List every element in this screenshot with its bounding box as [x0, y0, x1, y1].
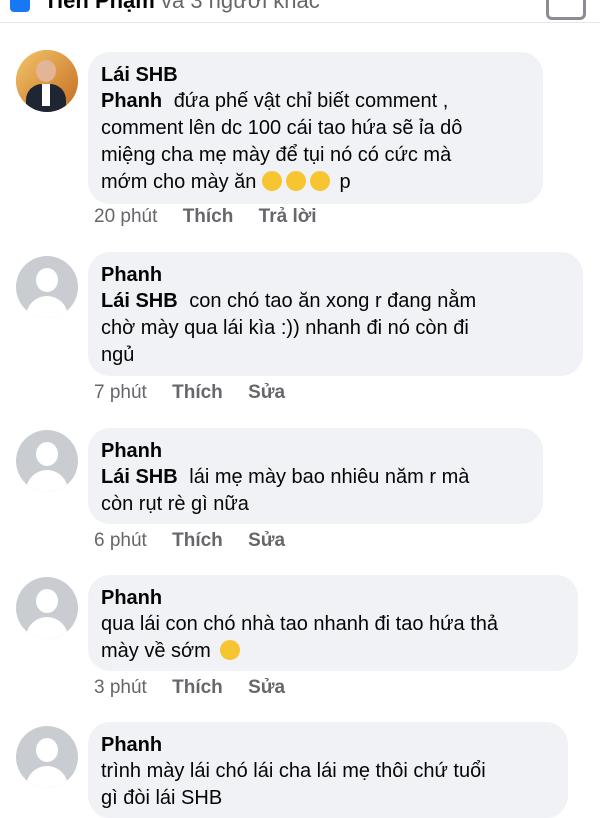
comment-line: comment lên dc 100 cái tao hứa sẽ ỉa dô — [101, 117, 463, 139]
comment-author[interactable]: Lái SHB — [101, 62, 529, 88]
mention-link[interactable]: Phanh — [101, 90, 162, 112]
comment-time: 6 phút — [94, 530, 147, 551]
mention-link[interactable]: Lái SHB — [101, 290, 178, 312]
comment-line: lái mẹ mày bao nhiêu năm r mà — [189, 466, 470, 488]
edit-button[interactable]: Sửa — [248, 382, 285, 403]
reactor-name: Tiến Phạm — [44, 0, 155, 13]
comment-line: trình mày lái chó lái cha lái mẹ thôi ch… — [101, 760, 486, 782]
comment-line: ngủ — [101, 344, 135, 366]
reactions-summary[interactable]: Tiến Phạm và 3 người khác — [44, 0, 320, 14]
comment-actions: 7 phút Thích Sửa — [94, 382, 305, 404]
like-button[interactable]: Thích — [172, 530, 223, 551]
comment-actions: 6 phút Thích Sửa — [94, 530, 305, 552]
reactor-suffix: và 3 người khác — [160, 0, 320, 13]
comment-bubble[interactable]: Lái SHB Phanh đứa phế vật chỉ biết comme… — [88, 52, 543, 204]
rofl-emoji-icon — [261, 171, 282, 191]
comment-text: Lái SHB lái mẹ mày bao nhiêu năm r mà cò… — [101, 464, 529, 518]
avatar[interactable] — [16, 256, 78, 318]
avatar[interactable] — [16, 430, 78, 492]
comment-line: đứa phế vật chỉ biết comment , — [173, 90, 449, 112]
comment-author[interactable]: Phanh — [101, 262, 569, 288]
comment-time: 7 phút — [94, 382, 147, 403]
like-icon[interactable] — [546, 0, 586, 20]
comment-bubble[interactable]: Phanh Lái SHB lái mẹ mày bao nhiêu năm r… — [88, 428, 543, 524]
avatar[interactable] — [16, 577, 78, 639]
comment-line: chờ mày qua lái kìa :)) nhanh đi nó còn … — [101, 317, 469, 339]
avatar[interactable] — [16, 50, 78, 112]
comment-line: mớm cho mày ăn — [101, 171, 257, 193]
comment-line: gì đòi lái SHB — [101, 787, 223, 809]
reactions-bar[interactable]: Tiến Phạm và 3 người khác — [0, 0, 600, 23]
avatar[interactable] — [16, 726, 78, 788]
comment-line: mày về sớm — [101, 640, 211, 662]
comment-line: qua lái con chó nhà tao nhanh đi tao hứa… — [101, 613, 499, 635]
pensive-emoji-icon — [220, 640, 241, 660]
comment-author[interactable]: Phanh — [101, 732, 554, 758]
comment-trailing: p — [339, 171, 351, 193]
comment-bubble[interactable]: Phanh Lái SHB con chó tao ăn xong r đang… — [88, 252, 583, 376]
comment-text: trình mày lái chó lái cha lái mẹ thôi ch… — [101, 758, 554, 812]
rofl-emoji-icon — [309, 171, 330, 191]
reply-button[interactable]: Trả lời — [259, 206, 317, 227]
comment-time: 20 phút — [94, 206, 158, 227]
comment-author[interactable]: Phanh — [101, 438, 529, 464]
comment-line: còn rụt rè gì nữa — [101, 493, 249, 515]
comment-text: Lái SHB con chó tao ăn xong r đang nằm c… — [101, 288, 569, 369]
comment-text: Phanh đứa phế vật chỉ biết comment , com… — [101, 88, 529, 196]
edit-button[interactable]: Sửa — [248, 677, 285, 698]
comment-actions: 20 phút Thích Trả lời — [94, 206, 337, 228]
comment-time: 3 phút — [94, 677, 147, 698]
comment-text: qua lái con chó nhà tao nhanh đi tao hứa… — [101, 611, 564, 665]
comment-line: con chó tao ăn xong r đang nằm — [189, 290, 477, 312]
like-button[interactable]: Thích — [172, 677, 223, 698]
mention-link[interactable]: Lái SHB — [101, 466, 178, 488]
like-button[interactable]: Thích — [172, 382, 223, 403]
edit-button[interactable]: Sửa — [248, 530, 285, 551]
comment-bubble[interactable]: Phanh qua lái con chó nhà tao nhanh đi t… — [88, 575, 578, 671]
comment-actions: 3 phút Thích Sửa — [94, 677, 305, 699]
comment-line: miệng cha mẹ mày để tụi nó có cức mà — [101, 144, 452, 166]
comment-bubble[interactable]: Phanh trình mày lái chó lái cha lái mẹ t… — [88, 722, 568, 818]
like-button[interactable]: Thích — [183, 206, 234, 227]
rofl-emoji-icon — [285, 171, 306, 191]
comment-author[interactable]: Phanh — [101, 585, 564, 611]
like-reaction-icon — [10, 0, 30, 12]
